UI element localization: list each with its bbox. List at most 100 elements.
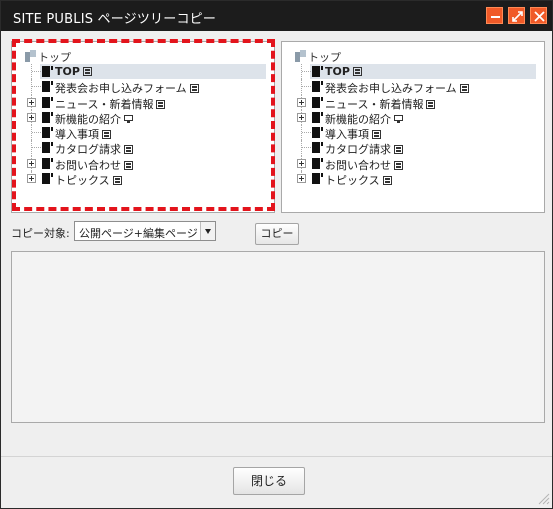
published-icon [352,67,362,76]
tree-node-text: トピックス [325,174,380,188]
page-icon [42,66,53,77]
tree-connector-branch [32,86,41,88]
tree-node-text: TOP [55,65,80,78]
source-tree: トップ TOP 発表会お申し込みフォームニュース・新着情報 新機能の紹介導入事項 カタ… [12,48,274,188]
page-tree-copy-dialog: SITE PUBLIS ページツリーコピー トップ TOP 発表会お申し込みフォ… [0,0,553,509]
maximize-button[interactable] [508,7,525,24]
tree-connector-branch [302,147,311,149]
page-icon [42,142,53,154]
tree-node-text: カタログ請求 [325,143,391,157]
expand-plus-icon[interactable] [297,97,306,107]
root-folder-icon [25,50,36,62]
tree-connector-branch [302,71,311,72]
destination-tree-panel[interactable]: トップ TOP 発表会お申し込みフォーム ニュース・新着情報 新機能の紹介 導入事項カタ… [281,41,545,213]
expand-plus-icon[interactable] [297,158,306,168]
tree-node-label[interactable]: TOP [55,65,92,78]
tree-root-label: トップ [308,51,341,64]
tree-node-text: お問い合わせ [55,158,121,172]
published-icon [112,176,122,186]
footer-divider [1,456,552,457]
tree-node[interactable]: カタログ請求 [282,140,544,157]
tree-root-label: トップ [38,51,71,64]
published-icon [426,99,436,109]
tree-node[interactable]: お問い合わせ [282,155,544,172]
minimize-icon [491,16,500,18]
tree-node[interactable]: 新機能の紹介 [282,109,544,126]
resize-grip-icon[interactable] [536,491,550,505]
page-icon [312,127,323,139]
published-icon [102,130,111,140]
tree-connector-branch [32,71,41,72]
expand-plus-icon[interactable] [297,174,306,184]
page-icon [42,81,53,93]
published-icon [394,160,403,170]
page-icon [312,157,323,169]
published-icon [124,160,133,170]
title-bar[interactable]: SITE PUBLIS ページツリーコピー [1,1,552,31]
published-icon [382,176,392,186]
expand-plus-icon[interactable] [27,97,36,107]
tree-node-text: お問い合わせ [325,158,391,172]
published-icon [372,130,381,140]
close-window-button[interactable] [530,7,547,24]
tree-node-label[interactable]: トピックス [325,172,392,188]
tree-node-text: 発表会お申し込みフォーム [325,82,457,96]
page-icon [312,111,323,123]
expand-plus-icon[interactable] [27,112,36,122]
destination-tree: トップ TOP 発表会お申し込みフォーム ニュース・新着情報 新機能の紹介 導入事項カタ… [282,48,544,188]
tree-node[interactable]: 発表会お申し込みフォーム [12,79,274,95]
tree-node[interactable]: ニュース・新着情報 [12,94,274,111]
tree-node[interactable]: トピックス [12,171,274,188]
page-icon [42,127,53,139]
tree-node-text: カタログ請求 [55,143,121,157]
published-icon [82,67,92,76]
tree-node-text: TOP [325,65,350,78]
window-title: SITE PUBLIS ページツリーコピー [13,12,217,27]
tree-node-text: 導入事項 [55,128,99,142]
tree-node[interactable]: トピックス [282,171,544,188]
published-icon [459,84,469,94]
tree-node[interactable]: お問い合わせ [12,155,274,172]
copy-button[interactable]: コピー [255,223,299,245]
tree-node-label[interactable]: TOP [325,65,362,78]
tree-node[interactable]: ニュース・新着情報 [282,94,544,111]
page-icon [312,142,323,154]
page-icon [312,96,323,108]
tree-node[interactable]: 導入事項 [282,125,544,141]
root-folder-icon [295,50,306,62]
tree-node-text: ニュース・新着情報 [325,97,424,111]
maximize-icon [512,11,523,22]
page-icon [42,173,53,185]
expand-plus-icon[interactable] [297,112,306,122]
tree-node-text: ニュース・新着情報 [55,97,154,111]
published-icon [156,99,166,109]
page-icon [312,81,323,93]
tree-node[interactable]: 導入事項 [12,125,274,142]
expand-plus-icon[interactable] [27,158,36,168]
draft-icon [124,114,133,124]
tree-root[interactable]: トップ [282,48,544,64]
tree-node-text: 新機能の紹介 [325,112,391,126]
tree-connector-branch [302,132,311,134]
tree-root[interactable]: トップ [12,48,274,64]
page-icon [42,96,53,108]
chevron-down-icon[interactable] [200,222,215,240]
page-icon [312,173,323,185]
source-tree-panel[interactable]: トップ TOP 発表会お申し込みフォームニュース・新着情報 新機能の紹介導入事項 カタ… [11,41,275,213]
minimize-button[interactable] [486,7,503,24]
tree-connector-branch [32,132,41,134]
close-button[interactable]: 閉じる [233,467,305,495]
expand-plus-icon[interactable] [27,174,36,184]
tree-node[interactable]: 発表会お申し込みフォーム [282,79,544,96]
tree-node[interactable]: TOP [12,64,274,80]
tree-connector-branch [32,147,41,149]
copy-target-select[interactable]: 公開ページ+編集ページ [74,221,216,241]
tree-node-label[interactable]: トピックス [55,172,122,188]
tree-node[interactable]: カタログ請求 [12,140,274,157]
copy-log-area[interactable] [11,251,545,423]
page-icon [42,157,53,169]
tree-node[interactable]: TOP [282,64,544,80]
published-icon [124,145,133,155]
tree-node[interactable]: 新機能の紹介 [12,109,274,126]
copy-target-value: 公開ページ+編集ページ [79,227,198,240]
